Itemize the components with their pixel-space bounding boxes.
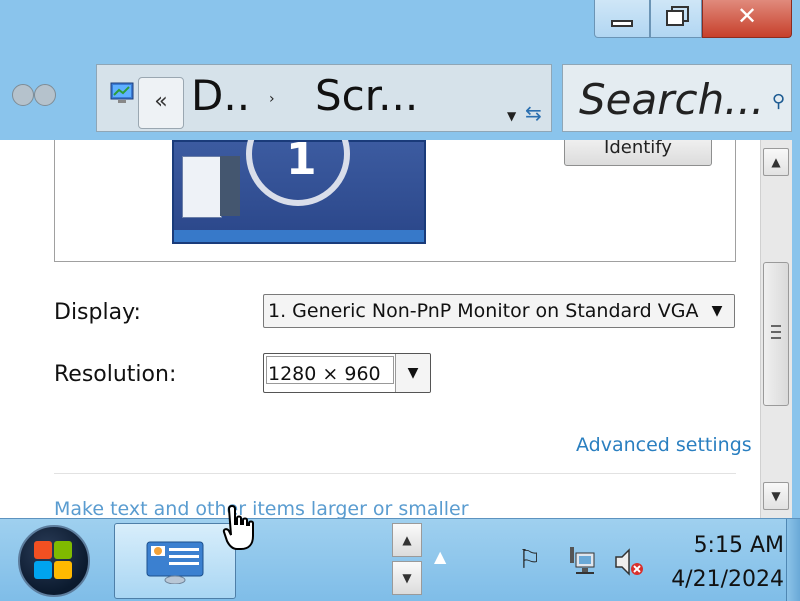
- identify-button[interactable]: Identify: [564, 140, 712, 166]
- breadcrumb-item-screen-resolution[interactable]: Scr...: [315, 71, 418, 120]
- chevron-down-icon[interactable]: ▼: [395, 354, 430, 392]
- resolution-select-value: 1280 × 960: [268, 363, 381, 385]
- navigation-bar: « D.. › Scr... ▼ ⇆ Search... ⚲: [8, 56, 792, 140]
- search-icon[interactable]: ⚲: [772, 91, 785, 112]
- windows-start-icon: [34, 541, 74, 581]
- window-titlebar: ✕: [0, 0, 800, 56]
- restore-button[interactable]: [650, 0, 702, 38]
- refresh-icon[interactable]: ⇆: [525, 101, 542, 125]
- start-button[interactable]: [18, 525, 90, 597]
- minimize-icon: [611, 20, 633, 27]
- show-hidden-icons-icon[interactable]: ▲: [434, 547, 446, 566]
- clock-time[interactable]: 5:15 AM: [648, 533, 784, 558]
- taskbar-scroll-down-button[interactable]: ▼: [392, 561, 422, 595]
- restore-icon-front: [666, 10, 684, 26]
- monitor-number: 1: [286, 140, 317, 185]
- scroll-down-button[interactable]: ▼: [763, 482, 789, 510]
- display-select[interactable]: 1. Generic Non-PnP Monitor on Standard V…: [263, 294, 735, 328]
- display-select-value: 1. Generic Non-PnP Monitor on Standard V…: [268, 300, 735, 322]
- scroll-up-button[interactable]: ▲: [763, 148, 789, 176]
- back-icon[interactable]: [12, 84, 34, 106]
- taskbar: ▲ ▼ ▲ ⚐ 5:15 AM 4/21/2024: [0, 518, 800, 601]
- minimize-button[interactable]: [594, 0, 650, 38]
- chevron-down-icon[interactable]: ▼: [700, 295, 734, 327]
- forward-icon[interactable]: [34, 84, 56, 106]
- breadcrumb-separator-icon[interactable]: ›: [269, 91, 275, 107]
- close-button[interactable]: ✕: [702, 0, 792, 38]
- taskbar-scroll-up-button[interactable]: ▲: [392, 523, 422, 557]
- advanced-settings-link[interactable]: Advanced settings: [576, 434, 752, 456]
- vertical-scrollbar[interactable]: ▲ ▼: [760, 140, 792, 518]
- display-label: Display:: [54, 300, 141, 325]
- resolution-label: Resolution:: [54, 362, 177, 387]
- resolution-select[interactable]: 1280 × 960 ▼: [263, 353, 431, 393]
- taskbar-item-control-panel[interactable]: [114, 523, 236, 599]
- breadcrumb-item-display[interactable]: D..: [191, 71, 250, 120]
- breadcrumb-overflow-button[interactable]: «: [138, 77, 184, 129]
- taskbar-scroller: ▲ ▼: [392, 523, 422, 597]
- clock-date[interactable]: 4/21/2024: [648, 567, 784, 592]
- address-bar[interactable]: « D.. › Scr... ▼ ⇆: [96, 64, 552, 132]
- text-size-link[interactable]: Make text and other items larger or smal…: [54, 498, 469, 518]
- control-panel-icon: [146, 541, 204, 584]
- divider: [54, 473, 736, 474]
- back-forward-buttons[interactable]: [12, 84, 92, 108]
- scrollbar-thumb[interactable]: [763, 262, 789, 406]
- show-desktop-button[interactable]: [786, 519, 800, 601]
- search-input[interactable]: Search...: [579, 75, 764, 124]
- display-control-panel-icon: [110, 82, 134, 103]
- grip-icon: [771, 325, 781, 339]
- network-icon[interactable]: [566, 545, 598, 577]
- monitor-screen-panel: [220, 156, 240, 216]
- monitor-taskbar: [174, 230, 424, 242]
- hand-cursor-icon: [222, 504, 254, 550]
- action-center-flag-icon[interactable]: ⚐: [518, 545, 541, 575]
- monitor-screen-window: [182, 156, 222, 218]
- chevron-down-icon[interactable]: ▼: [507, 109, 516, 123]
- window-frame-right: [792, 0, 800, 518]
- search-box[interactable]: Search... ⚲: [562, 64, 792, 132]
- volume-muted-icon[interactable]: [612, 545, 646, 579]
- close-icon: ✕: [736, 2, 758, 30]
- monitor-preview-icon[interactable]: 1: [172, 140, 426, 244]
- screen-resolution-panel: 1 Identify Display: 1. Generic Non-PnP M…: [0, 140, 760, 518]
- window-frame-left: [0, 56, 8, 140]
